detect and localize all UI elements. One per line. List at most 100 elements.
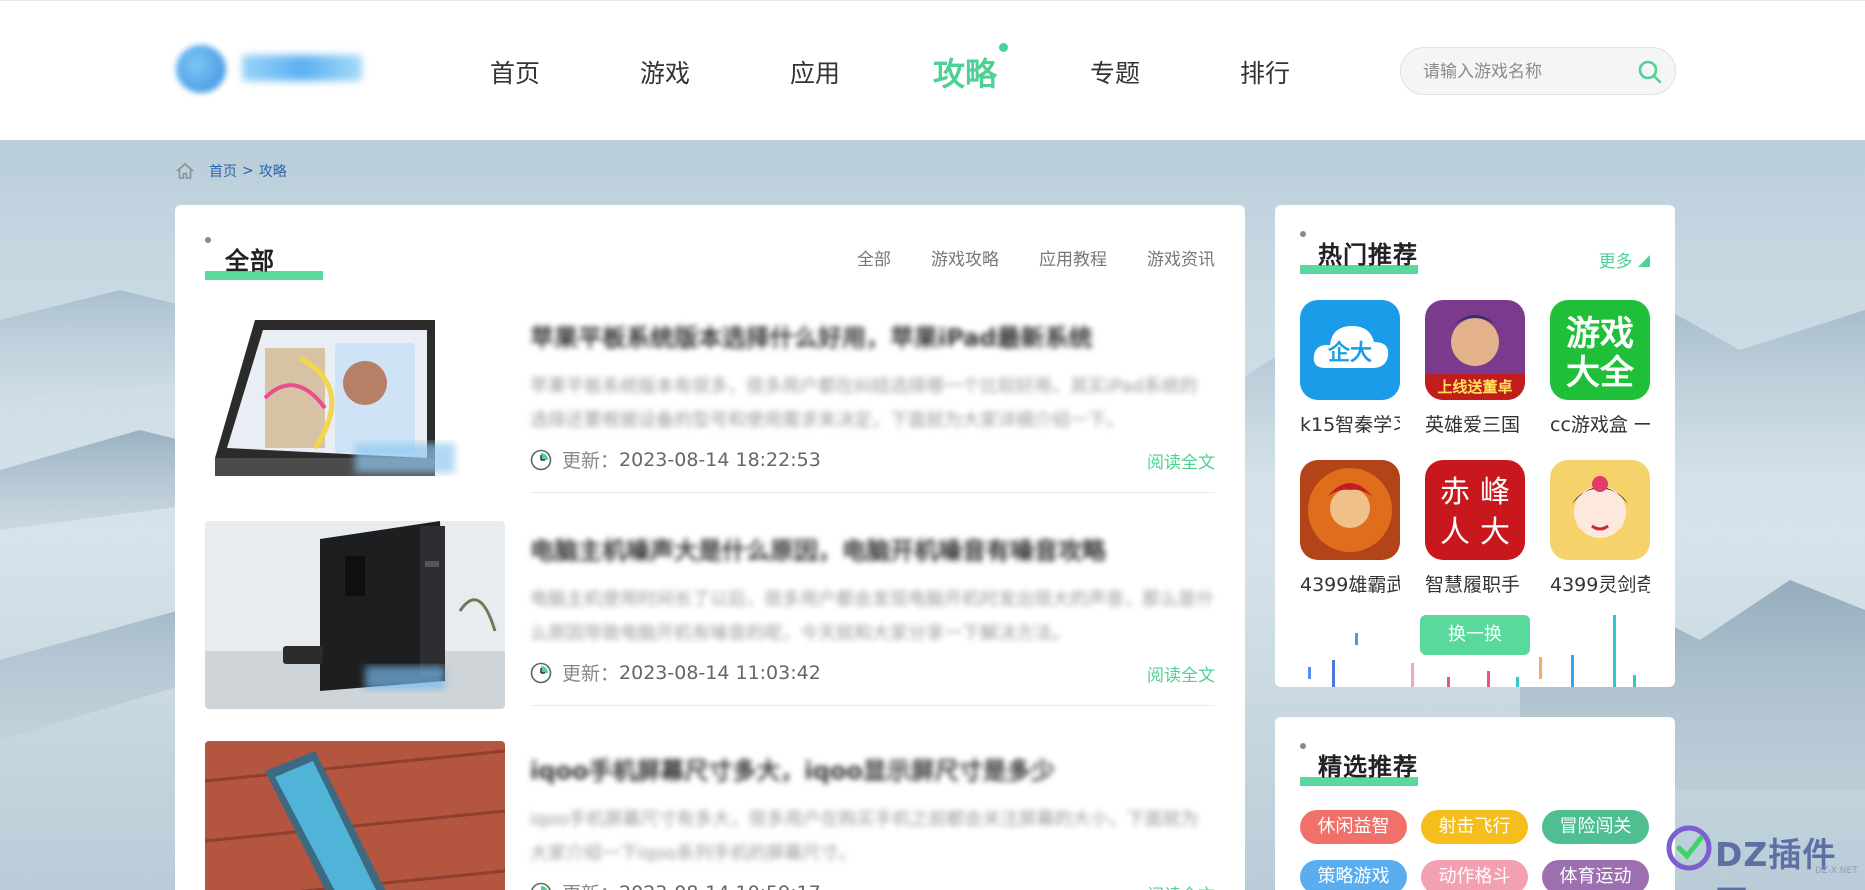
nav-guides[interactable]: 攻略 <box>890 43 1040 97</box>
update-label: 更新： <box>562 450 620 472</box>
search-box <box>1400 47 1676 95</box>
hero-warrior-icon: 上线送董卓 <box>1425 300 1525 400</box>
article-meta: 更新： 2023-08-14 18:22:53 <box>530 446 821 473</box>
watermark: DZ插件网 DZ-X.NET <box>1665 820 1860 890</box>
breadcrumb-separator: > <box>242 163 254 179</box>
search-icon[interactable] <box>1637 59 1663 85</box>
cloud-app-icon: 企大 <box>1300 300 1400 400</box>
app-name: k15智秦学习 <box>1300 414 1400 436</box>
tag-action-fighting[interactable]: 动作格斗 <box>1421 860 1528 890</box>
svg-text:人: 人 <box>1440 515 1470 550</box>
nav-label: 攻略 <box>932 55 997 93</box>
tag-sports[interactable]: 体育运动 <box>1542 860 1649 890</box>
title-dot <box>205 237 211 243</box>
article-thumbnail[interactable] <box>205 521 505 709</box>
app-card[interactable]: 上线送董卓 英雄爱三国 <box>1425 300 1530 437</box>
breadcrumb-current[interactable]: 攻略 <box>259 161 287 181</box>
watermark-subtext: DZ-X.NET <box>1815 866 1858 876</box>
update-label: 更新： <box>562 879 619 890</box>
decorative-bars <box>1308 615 1636 687</box>
svg-text:大: 大 <box>1480 515 1510 550</box>
clock-icon <box>530 662 552 683</box>
nav-apps[interactable]: 应用 <box>740 51 890 97</box>
pc-tower-image <box>205 521 505 709</box>
svg-text:游戏: 游戏 <box>1566 314 1634 354</box>
nav-label: 排行 <box>1239 59 1290 88</box>
app-card[interactable]: 游戏 大全 cc游戏盒 一 <box>1550 300 1655 437</box>
app-card[interactable]: 4399雄霸武 <box>1300 460 1405 597</box>
hot-recommend-panel: 热门推荐 更多 企大 k15智秦学习 上线送董卓 英雄爱三国 游戏 <box>1275 205 1675 687</box>
phone-on-table-image <box>205 741 505 890</box>
update-date: 2023-08-14 10:59:17 <box>619 882 821 890</box>
read-more-link[interactable]: 阅读全文 <box>1147 448 1215 473</box>
article-tabs: 全部 游戏攻略 应用教程 游戏资讯 <box>857 245 1215 270</box>
svg-text:峰: 峰 <box>1480 475 1510 510</box>
tab-app-tutorials[interactable]: 应用教程 <box>1039 245 1107 270</box>
app-name: 英雄爱三国 <box>1425 414 1521 436</box>
article-summary: iqoo手机屏幕尺寸有多大，很多用户在购买手机之前都会关注屏幕的大小，下面就为大… <box>530 809 1199 864</box>
opera-lady-icon <box>1550 460 1650 560</box>
read-more-link[interactable]: 阅读全文 <box>1147 881 1215 890</box>
title-dot <box>1300 231 1306 237</box>
home-icon <box>176 162 194 179</box>
article-title[interactable]: 苹果平板系统版本选择什么好用，苹果iPad最新系统 <box>530 318 1140 352</box>
article-divider <box>530 492 1215 493</box>
nav-label: 游戏 <box>639 59 690 88</box>
app-card[interactable]: 4399灵剑奇 <box>1550 460 1655 597</box>
article-thumbnail[interactable] <box>205 308 505 496</box>
article-item[interactable]: 苹果平板系统版本选择什么好用，苹果iPad最新系统 苹果平板系统版本有很多，很多… <box>205 308 1215 496</box>
nav-label: 专题 <box>1089 59 1140 88</box>
section-title: 热门推荐 <box>1300 231 1418 274</box>
watermark-logo-icon <box>1666 825 1712 871</box>
section-title-text: 全部 <box>225 247 275 275</box>
app-card[interactable]: 赤 峰 人 大 智慧履职手 <box>1425 460 1530 597</box>
title-dot <box>1300 743 1306 749</box>
tag-adventure[interactable]: 冒险闯关 <box>1542 810 1649 844</box>
clock-icon <box>530 449 552 470</box>
logo-mark-icon <box>176 45 226 93</box>
section-title: 全部 <box>205 237 323 280</box>
read-more-link[interactable]: 阅读全文 <box>1147 661 1215 686</box>
article-item[interactable]: 电脑主机噪声大是什么原因，电脑开机噪音有噪音攻略 电脑主机使用时间长了以后，很多… <box>205 521 1215 709</box>
article-title[interactable]: iqoo手机屏幕尺寸多大，iqoo显示屏尺寸是多少 <box>530 751 1140 785</box>
nav-label: 应用 <box>789 59 840 88</box>
site-header: 首页 游戏 应用 攻略 专题 排行 <box>0 0 1865 140</box>
svg-text:赤: 赤 <box>1440 475 1470 510</box>
game-box-icon: 游戏 大全 <box>1550 300 1650 400</box>
corner-arrow-icon <box>1638 255 1650 267</box>
article-title[interactable]: 电脑主机噪声大是什么原因，电脑开机噪音有噪音攻略 <box>530 531 1140 565</box>
nav-home[interactable]: 首页 <box>440 51 590 97</box>
app-card[interactable]: 企大 k15智秦学习 <box>1300 300 1405 437</box>
svg-text:上线送董卓: 上线送董卓 <box>1437 378 1512 396</box>
site-logo[interactable] <box>172 43 372 95</box>
tag-shooting-flight[interactable]: 射击飞行 <box>1421 810 1528 844</box>
article-summary: 电脑主机使用时间长了以后，很多用户都会发现电脑开机时发出很大的声音，那么是什么原… <box>530 589 1214 644</box>
breadcrumb-home[interactable]: 首页 <box>209 161 237 181</box>
tab-game-news[interactable]: 游戏资讯 <box>1147 245 1215 270</box>
clock-icon <box>531 882 551 890</box>
nav-label: 首页 <box>489 59 540 88</box>
breadcrumb: 首页 > 攻略 <box>175 160 287 182</box>
article-item[interactable]: iqoo手机屏幕尺寸多大，iqoo显示屏尺寸是多少 iqoo手机屏幕尺寸有多大，… <box>205 741 1215 890</box>
search-input[interactable] <box>1423 60 1623 84</box>
article-list-panel: 全部 全部 游戏攻略 应用教程 游戏资讯 苹果平板系统版本选择什么好用，苹果iP… <box>175 205 1245 890</box>
tag-casual-puzzle[interactable]: 休闲益智 <box>1300 810 1407 844</box>
more-link[interactable]: 更多 <box>1599 247 1650 272</box>
update-label: 更新： <box>562 663 620 685</box>
article-thumbnail[interactable] <box>205 741 505 890</box>
featured-panel: 精选推荐 休闲益智 射击飞行 冒险闯关 策略游戏 动作格斗 体育运动 <box>1275 717 1675 890</box>
warrior-fire-icon <box>1300 460 1400 560</box>
article-meta: 更新： 2023-08-14 10:59:17 <box>530 879 821 890</box>
tag-strategy[interactable]: 策略游戏 <box>1300 860 1407 890</box>
red-seal-icon: 赤 峰 人 大 <box>1425 460 1525 560</box>
nav-ranking[interactable]: 排行 <box>1190 51 1340 97</box>
nav-topics[interactable]: 专题 <box>1040 51 1190 97</box>
nav-games[interactable]: 游戏 <box>590 51 740 97</box>
tab-all[interactable]: 全部 <box>857 245 891 270</box>
watermark-text: DZ插件网 <box>1715 835 1837 890</box>
tab-game-guides[interactable]: 游戏攻略 <box>931 245 999 270</box>
section-title-text: 热门推荐 <box>1318 241 1418 269</box>
article-summary: 苹果平板系统版本有很多，很多用户都在纠结选择哪一个比较好用，其实iPad系统的选… <box>530 376 1198 431</box>
app-name: 智慧履职手 <box>1425 574 1521 596</box>
app-name: 4399灵剑奇 <box>1550 574 1650 596</box>
